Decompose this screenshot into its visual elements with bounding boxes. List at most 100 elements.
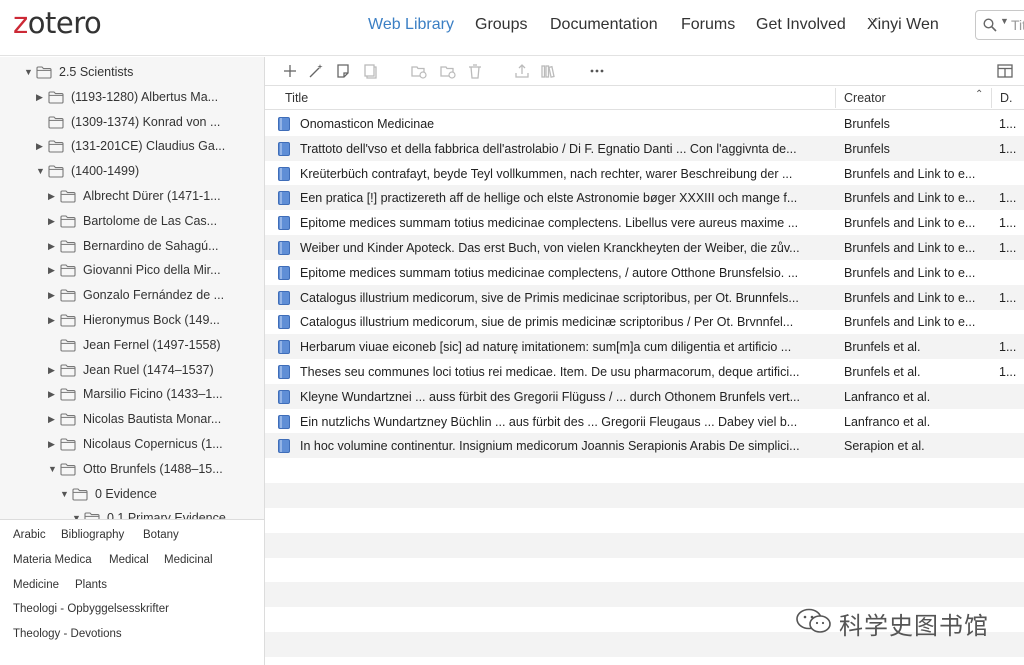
collapsed-arrow-icon[interactable]: ▶ — [48, 365, 58, 376]
expanded-arrow-icon[interactable]: ▼ — [24, 67, 34, 77]
collapsed-arrow-icon[interactable]: ▶ — [36, 92, 46, 103]
tag[interactable]: Medicine — [13, 579, 59, 591]
tag[interactable]: Arabic — [13, 529, 46, 541]
collection-item[interactable]: ▶ Albrecht Dürer (1471-1... — [0, 185, 264, 209]
tag[interactable]: Botany — [143, 529, 179, 541]
item-row[interactable]: Herbarum viuae eiconeb [sic] ad naturę i… — [265, 334, 1024, 360]
collapsed-arrow-icon[interactable]: ▶ — [48, 241, 58, 252]
item-row[interactable]: Een pratica [!] practizereth aff de hell… — [265, 185, 1024, 211]
collapsed-arrow-icon[interactable]: ▶ — [48, 290, 58, 301]
remove-from-collection-icon[interactable] — [439, 62, 457, 80]
pane-divider[interactable] — [0, 519, 264, 520]
item-row[interactable]: Catalogus illustrium medicorum, sive de … — [265, 284, 1024, 310]
item-row[interactable]: Trattoto dell'vso et della fabbrica dell… — [265, 135, 1024, 161]
collection-item[interactable]: Jean Fernel (1497-1558) — [0, 334, 264, 358]
book-icon — [278, 265, 290, 280]
collection-label: Bernardino de Sahagú... — [83, 238, 219, 253]
bibliography-icon[interactable] — [539, 62, 557, 80]
column-layout-icon[interactable] — [996, 62, 1014, 80]
item-row[interactable]: Theses seu communes loci totius rei medi… — [265, 359, 1024, 384]
duplicate-icon[interactable] — [361, 62, 379, 80]
collection-item[interactable]: (1309-1374) Konrad von ... — [0, 111, 264, 135]
collection-item[interactable]: ▶ Bernardino de Sahagú... — [0, 235, 264, 259]
item-row[interactable]: Catalogus illustrium medicorum, siue de … — [265, 309, 1024, 334]
tag[interactable]: Medicinal — [164, 554, 213, 566]
item-row[interactable]: Epitome medices summam totius medicinae … — [265, 210, 1024, 235]
column-resizer[interactable] — [835, 88, 836, 108]
tag[interactable]: Medical — [109, 554, 149, 566]
folder-icon — [60, 388, 76, 401]
tag[interactable]: Plants — [75, 579, 107, 591]
collapsed-arrow-icon[interactable]: ▶ — [48, 439, 58, 450]
tag[interactable]: Materia Medica — [13, 554, 92, 566]
collection-item[interactable]: ▶ (1193-1280) Albertus Ma... — [0, 86, 264, 110]
collection-label: Nicolas Bautista Monar... — [83, 412, 222, 427]
empty-row — [265, 582, 1024, 608]
collection-label: Nicolaus Copernicus (1... — [83, 437, 223, 451]
collapsed-arrow-icon[interactable]: ▶ — [36, 141, 46, 152]
collection-item[interactable]: ▶ Gonzalo Fernández de ... — [0, 284, 264, 308]
collection-item[interactable]: ▶ Nicolaus Copernicus (1... — [0, 433, 264, 457]
collection-item[interactable]: ▼ 0 Evidence — [0, 483, 264, 507]
item-title: Onomasticon Medicinae — [300, 117, 435, 131]
nav-get-involved[interactable]: Get Involved — [756, 16, 846, 34]
collapsed-arrow-icon[interactable]: ▶ — [48, 216, 58, 227]
item-title: Epitome medices summam totius medicinae … — [300, 216, 799, 231]
collection-item[interactable]: ▶ Bartolome de Las Cas... — [0, 210, 264, 234]
column-creator[interactable]: Creator — [844, 91, 886, 105]
collapsed-arrow-icon[interactable]: ▶ — [48, 414, 58, 425]
chevron-down-icon: ⌵ — [871, 14, 879, 25]
item-date: 1... — [999, 365, 1017, 379]
zotero-logo[interactable]: zotero — [13, 6, 102, 40]
empty-row — [265, 483, 1024, 508]
collapsed-arrow-icon[interactable]: ▶ — [48, 389, 58, 400]
collapsed-arrow-icon[interactable]: ▶ — [48, 315, 58, 326]
nav-documentation[interactable]: Documentation — [550, 16, 658, 34]
trash-icon[interactable] — [466, 62, 484, 80]
collapsed-arrow-icon[interactable]: ▶ — [48, 191, 58, 202]
collection-item[interactable]: ▶ Giovanni Pico della Mir... — [0, 259, 264, 283]
search-input[interactable]: ▼ Tit — [975, 10, 1024, 40]
expanded-arrow-icon[interactable]: ▼ — [36, 166, 46, 176]
magic-wand-icon[interactable] — [307, 62, 325, 80]
item-row[interactable]: Kreüterbüch contrafayt, beyde Teyl vollk… — [265, 161, 1024, 186]
more-icon[interactable] — [588, 62, 606, 80]
items-column-header: Title Creator ⌃ D. — [265, 86, 1024, 110]
collection-item[interactable]: ▶ Marsilio Ficino (1433–1... — [0, 383, 264, 407]
item-row[interactable]: In hoc volumine continentur. Insignium m… — [265, 433, 1024, 459]
collection-item[interactable]: ▶ Jean Ruel (1474–1537) — [0, 359, 264, 383]
tag[interactable]: Bibliography — [61, 529, 124, 541]
nav-web-library[interactable]: Web Library — [368, 16, 454, 34]
collapsed-arrow-icon[interactable]: ▶ — [48, 265, 58, 276]
tag[interactable]: Theologi - Opbyggelsesskrifter — [13, 603, 169, 615]
column-date[interactable]: D. — [1000, 91, 1013, 105]
column-title[interactable]: Title — [285, 91, 308, 105]
nav-forums[interactable]: Forums — [681, 16, 735, 34]
collection-item[interactable]: ▶ (131-201CE) Claudius Ga... — [0, 135, 264, 159]
item-creator: Serapion et al. — [844, 439, 925, 454]
nav-groups[interactable]: Groups — [475, 16, 527, 34]
item-row[interactable]: Epitome medices summam totius medicinae … — [265, 260, 1024, 285]
item-creator: Brunfels and Link to e... — [844, 241, 976, 255]
expanded-arrow-icon[interactable]: ▼ — [60, 489, 70, 499]
item-row[interactable]: Onomasticon Medicinae Brunfels 1... — [265, 111, 1024, 136]
item-row[interactable]: Kleyne Wundartznei ... auss fürbit des G… — [265, 383, 1024, 409]
collection-item[interactable]: ▼ 2.5 Scientists — [0, 61, 264, 85]
item-row[interactable]: Ein nutzlichs Wundartzney Büchlin ... au… — [265, 409, 1024, 434]
folder-icon — [60, 215, 76, 228]
collection-label: Jean Ruel (1474–1537) — [83, 362, 214, 377]
column-resizer[interactable] — [991, 88, 992, 108]
collection-item[interactable]: ▶ Hieronymus Bock (149... — [0, 309, 264, 333]
collection-item[interactable]: ▼ Otto Brunfels (1488–15... — [0, 458, 264, 482]
collection-item[interactable]: ▼ 0.1 Primary Evidence — [0, 507, 264, 519]
export-icon[interactable] — [513, 62, 531, 80]
search-mode-chevron-icon[interactable]: ▼ — [1000, 16, 1009, 26]
add-to-collection-icon[interactable] — [410, 62, 428, 80]
new-item-icon[interactable] — [281, 62, 299, 80]
new-note-icon[interactable] — [334, 62, 352, 80]
tag[interactable]: Theology - Devotions — [13, 628, 122, 640]
collection-item[interactable]: ▼ (1400-1499) — [0, 160, 264, 184]
item-row[interactable]: Weiber und Kinder Apoteck. Das erst Buch… — [265, 235, 1024, 260]
expanded-arrow-icon[interactable]: ▼ — [48, 464, 58, 474]
collection-item[interactable]: ▶ Nicolas Bautista Monar... — [0, 408, 264, 432]
